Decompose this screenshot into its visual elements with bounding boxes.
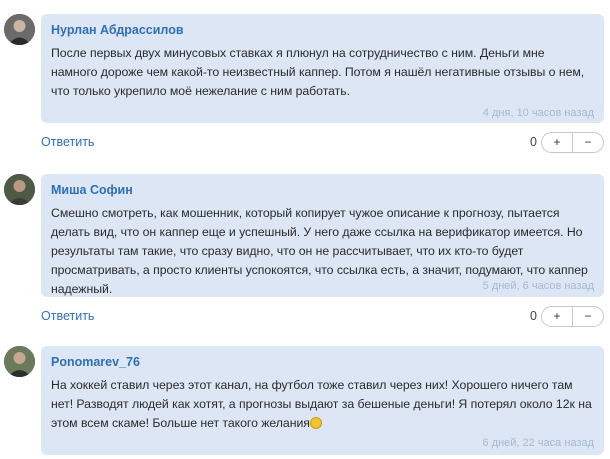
comment-author[interactable]: Нурлан Абдрассилов xyxy=(51,22,594,38)
avatar[interactable] xyxy=(4,14,35,45)
upvote-button[interactable]: + xyxy=(542,133,572,152)
comment-time: 6 дней, 22 часа назад xyxy=(482,437,594,449)
comment-time: 5 дней, 6 часов назад xyxy=(482,280,594,292)
avatar[interactable] xyxy=(4,346,35,377)
comment-time: 4 дня, 10 часов назад xyxy=(482,107,594,119)
vote-control: + − xyxy=(541,306,604,327)
comment-bubble: Нурлан Абдрассилов После первых двух мин… xyxy=(41,14,604,123)
upvote-button[interactable]: + xyxy=(542,307,572,326)
comment-bubble: Ponomarev_76 На хоккей ставил через этот… xyxy=(41,346,604,455)
vote-control: + − xyxy=(541,132,604,153)
downvote-button[interactable]: − xyxy=(573,133,603,152)
disappointed-emoji-icon xyxy=(309,417,322,429)
comment-text: После первых двух минусовых ставках я пл… xyxy=(51,46,585,98)
comment-text: На хоккей ставил через этот канал, на фу… xyxy=(51,376,594,433)
comment-bubble: Миша Софин Смешно смотреть, как мошенник… xyxy=(41,174,604,297)
vote-count: 0 xyxy=(530,135,537,149)
vote-count: 0 xyxy=(530,309,537,323)
avatar[interactable] xyxy=(4,174,35,205)
comment-author[interactable]: Миша Софин xyxy=(51,182,594,198)
reply-link[interactable]: Ответить xyxy=(41,309,94,323)
downvote-button[interactable]: − xyxy=(573,307,603,326)
comment-author[interactable]: Ponomarev_76 xyxy=(51,354,594,370)
reply-link[interactable]: Ответить xyxy=(41,135,94,149)
